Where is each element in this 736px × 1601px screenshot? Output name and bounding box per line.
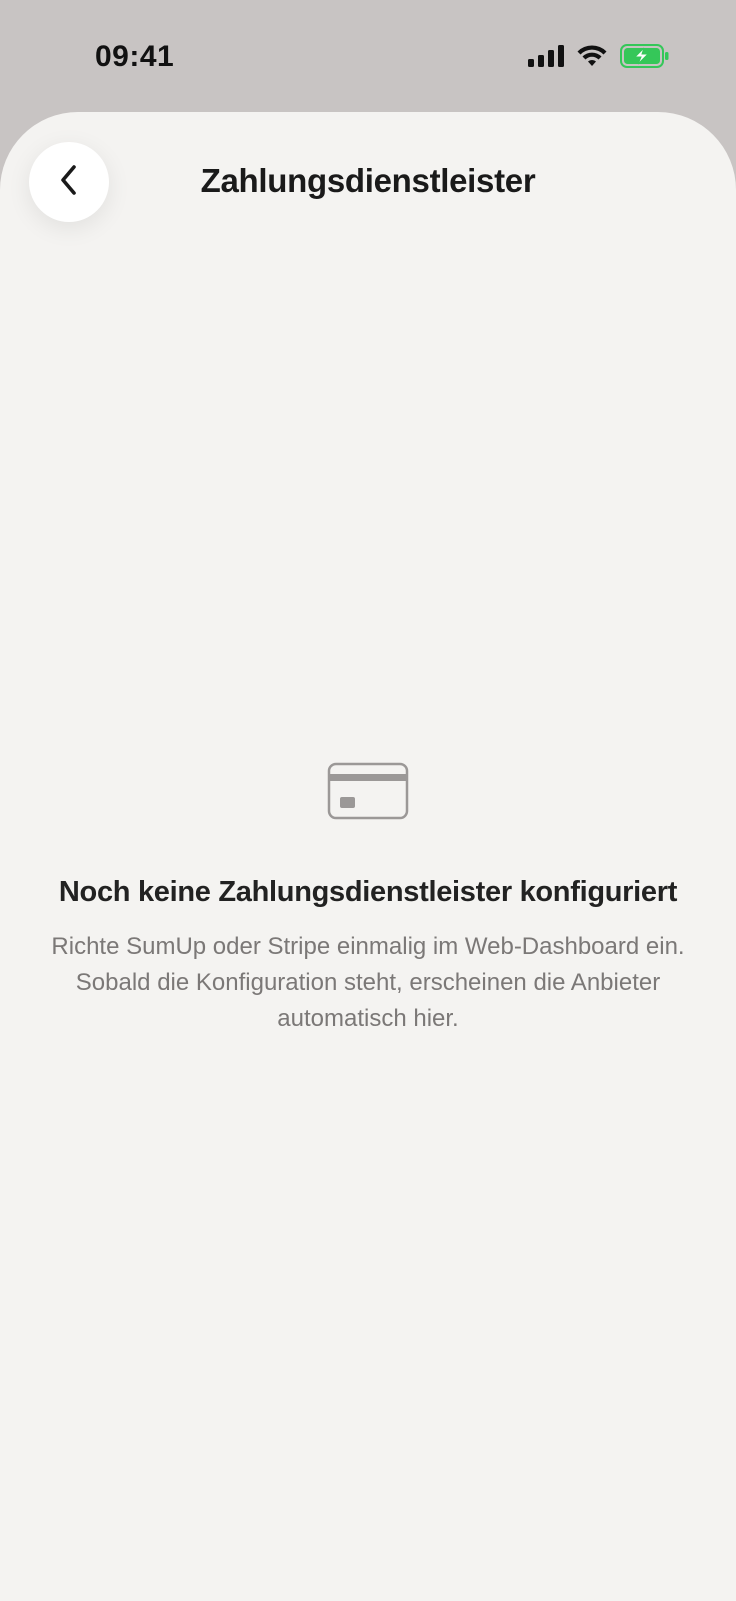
status-time: 09:41 <box>95 40 175 73</box>
sheet-panel: Zahlungsdienstleister Noch keine Zahlung… <box>0 112 736 1601</box>
empty-state-heading: Noch keine Zahlungsdienstleister konfigu… <box>58 876 678 908</box>
status-bar: 09:41 <box>0 0 736 112</box>
credit-card-icon <box>0 762 736 820</box>
status-icons <box>528 44 670 73</box>
page-title: Zahlungsdienstleister <box>200 162 536 199</box>
empty-state: Noch keine Zahlungsdienstleister konfigu… <box>0 762 736 1037</box>
empty-state-description: Richte SumUp oder Stripe einmalig im Web… <box>51 933 685 1032</box>
wifi-icon <box>576 44 608 73</box>
battery-charging-icon <box>620 44 670 73</box>
signal-icon <box>528 45 564 72</box>
